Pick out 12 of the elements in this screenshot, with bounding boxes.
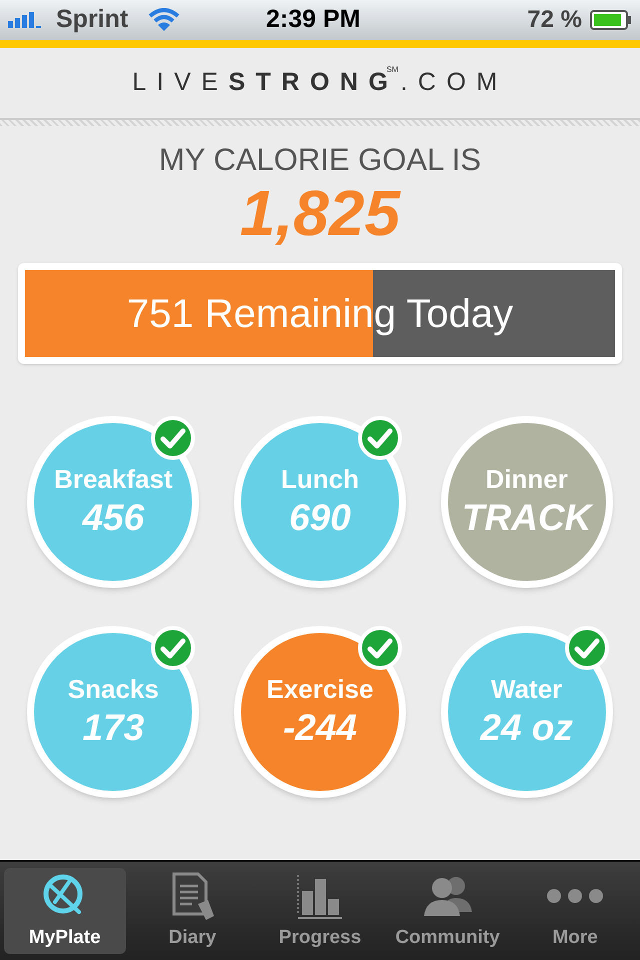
tab-button[interactable]: MyPlate (4, 868, 126, 954)
tab-button[interactable]: More (514, 868, 636, 954)
wifi-icon (148, 8, 180, 32)
goal-value: 1,825 (240, 181, 400, 245)
clock-time: 2:39 PM (266, 4, 360, 36)
goal-label: MY CALORIE GOAL IS (158, 144, 482, 175)
battery-icon (590, 10, 632, 30)
battery-percent: 72 % (527, 5, 582, 35)
tab-button[interactable]: Progress (259, 868, 381, 954)
carrier-name: Sprint (56, 4, 128, 36)
tab-button[interactable]: Diary (132, 868, 254, 954)
tab-button[interactable]: Community (386, 868, 508, 954)
